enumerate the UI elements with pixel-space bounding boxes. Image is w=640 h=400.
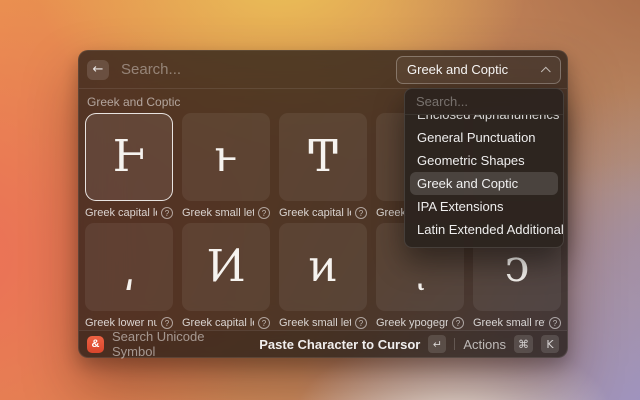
- glyph-cell: Ͳ Greek capital le... ?: [279, 113, 367, 220]
- glyph-cell: Ͷ Greek capital le... ?: [182, 223, 270, 330]
- chevron-up-icon: [541, 67, 551, 77]
- app-name: Search Unicode Symbol: [112, 329, 251, 359]
- help-icon[interactable]: ?: [258, 207, 270, 219]
- search-input[interactable]: [121, 61, 396, 78]
- glyph-tile[interactable]: Ͷ: [182, 223, 270, 311]
- glyph-char: ͷ: [308, 245, 337, 289]
- dropdown-item-geometric-shapes[interactable]: Geometric Shapes: [410, 149, 558, 172]
- glyph-caption: Greek capital le... ?: [85, 206, 173, 220]
- glyph-char: ͻ: [505, 245, 530, 289]
- glyph-char: Ͳ: [308, 135, 337, 179]
- glyph-label: Greek small lett...: [182, 207, 254, 219]
- section-title: Greek and Coptic: [87, 95, 180, 109]
- glyph-caption: Greek ypogegr... ?: [376, 316, 464, 330]
- glyph-tile[interactable]: ͱ: [182, 113, 270, 201]
- block-select[interactable]: Greek and Coptic: [396, 56, 561, 84]
- glyph-cell: ͷ Greek small lett... ?: [279, 223, 367, 330]
- actions-button[interactable]: Actions: [463, 337, 506, 352]
- unicode-search-window: ← Greek and Coptic Greek and Coptic Ͱ Gr…: [78, 50, 568, 358]
- glyph-label: Greek small lett...: [279, 317, 351, 329]
- glyph-tile[interactable]: ͵: [85, 223, 173, 311]
- dropdown-item-general-punctuation[interactable]: General Punctuation: [410, 126, 558, 149]
- return-key-icon[interactable]: ↵: [428, 335, 446, 353]
- glyph-caption: Greek capital le... ?: [279, 206, 367, 220]
- help-icon[interactable]: ?: [549, 317, 561, 329]
- glyph-tile[interactable]: ͷ: [279, 223, 367, 311]
- glyph-label: Greek capital le...: [182, 317, 254, 329]
- dropdown-item-ipa-extensions[interactable]: IPA Extensions: [410, 195, 558, 218]
- glyph-char: Ͱ: [113, 135, 146, 179]
- cmd-key-icon: ⌘: [514, 335, 533, 353]
- dropdown-item-enclosed-alphanumerics[interactable]: Enclosed Alphanumerics: [410, 115, 558, 126]
- back-arrow-icon: ←: [93, 62, 104, 77]
- glyph-label: Greek small rev...: [473, 317, 545, 329]
- glyph-cell: ͵ Greek lower nu... ?: [85, 223, 173, 330]
- top-bar: ← Greek and Coptic: [79, 51, 567, 89]
- glyph-label: Greek: [376, 207, 406, 219]
- glyph-caption: Greek small lett... ?: [182, 206, 270, 220]
- glyph-caption: Greek small lett... ?: [279, 316, 367, 330]
- help-icon[interactable]: ?: [161, 207, 173, 219]
- dropdown-list: Enclosed Alphanumerics General Punctuati…: [405, 115, 563, 248]
- status-bar: & Search Unicode Symbol Paste Character …: [79, 330, 567, 357]
- glyph-char: ͱ: [214, 135, 237, 179]
- dropdown-item-latin-extended-a[interactable]: Latin Extended-A: [410, 241, 558, 248]
- dropdown-item-latin-extended-additional[interactable]: Latin Extended Additional: [410, 218, 558, 241]
- help-icon[interactable]: ?: [258, 317, 270, 329]
- glyph-cell: ͱ Greek small lett... ?: [182, 113, 270, 220]
- glyph-label: Greek capital le...: [85, 207, 157, 219]
- paste-character-action[interactable]: Paste Character to Cursor: [259, 337, 420, 352]
- glyph-caption: Greek capital le... ?: [182, 316, 270, 330]
- glyph-char: Ͷ: [207, 245, 246, 289]
- help-icon[interactable]: ?: [355, 207, 367, 219]
- glyph-caption: Greek lower nu... ?: [85, 316, 173, 330]
- block-dropdown: Enclosed Alphanumerics General Punctuati…: [404, 88, 564, 248]
- glyph-label: Greek lower nu...: [85, 317, 157, 329]
- glyph-char: ͺ: [409, 245, 431, 289]
- k-key-icon: K: [541, 335, 559, 353]
- glyph-tile[interactable]: Ͳ: [279, 113, 367, 201]
- glyph-label: Greek capital le...: [279, 207, 351, 219]
- help-icon[interactable]: ?: [452, 317, 464, 329]
- glyph-cell: Ͱ Greek capital le... ?: [85, 113, 173, 220]
- statusbar-divider: [454, 338, 455, 350]
- help-icon[interactable]: ?: [161, 317, 173, 329]
- app-icon: &: [87, 336, 104, 353]
- glyph-caption: Greek small rev... ?: [473, 316, 561, 330]
- glyph-tile-selected[interactable]: Ͱ: [85, 113, 173, 201]
- dropdown-search-row: [405, 89, 563, 115]
- glyph-char: ͵: [123, 245, 135, 289]
- help-icon[interactable]: ?: [355, 317, 367, 329]
- glyph-label: Greek ypogegr...: [376, 317, 448, 329]
- block-select-value: Greek and Coptic: [407, 62, 537, 77]
- dropdown-item-greek-and-coptic[interactable]: Greek and Coptic: [410, 172, 558, 195]
- back-button[interactable]: ←: [87, 60, 109, 80]
- dropdown-search-input[interactable]: [416, 94, 564, 109]
